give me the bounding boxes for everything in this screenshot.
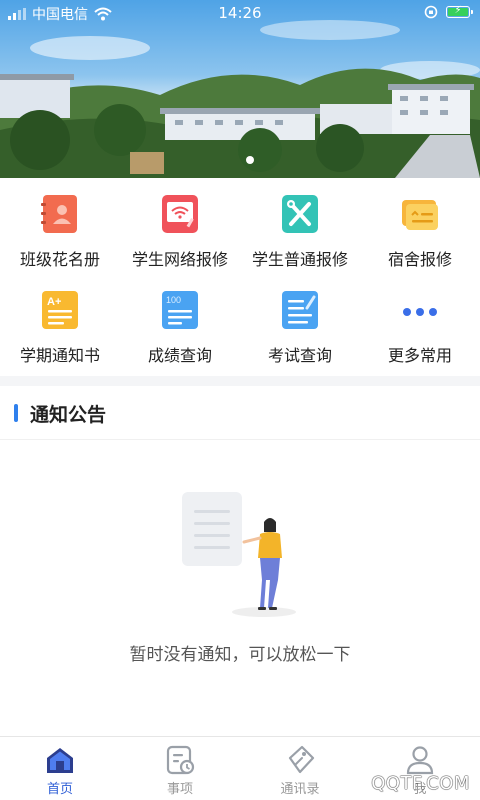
report-card-icon: A+ xyxy=(42,291,78,329)
tab-contacts[interactable]: 通讯录 xyxy=(240,737,360,800)
battery-icon: ⚡ xyxy=(446,5,473,18)
grid-item-tools-repair[interactable]: 学生普通报修 xyxy=(240,178,360,274)
network-repair-icon xyxy=(162,195,198,233)
status-bar: 中国电信 14:26 ⚡ xyxy=(0,0,480,26)
grid-item-grade-query[interactable]: 100 成绩查询 xyxy=(120,274,240,370)
dorm-repair-icon xyxy=(402,200,438,230)
svg-text:A+: A+ xyxy=(47,296,61,308)
grid-item-label: 更多常用 xyxy=(387,346,452,365)
grade-query-icon: 100 xyxy=(162,291,198,329)
home-icon xyxy=(47,748,73,773)
clock-label: 14:26 xyxy=(218,4,262,22)
section-divider xyxy=(0,376,480,386)
tab-label: 通讯录 xyxy=(280,782,320,797)
more-icon xyxy=(403,308,437,316)
notice-empty-state: 暂时没有通知，可以放松一下 xyxy=(0,440,480,736)
watermark: QQTF.COM xyxy=(371,773,470,794)
grid-item-label: 班级花名册 xyxy=(19,250,100,269)
notice-header: 通知公告 xyxy=(0,386,480,440)
app-screen: 中国电信 14:26 ⚡ 班级花名册 学生网络报修 学生普通报修 宿舍报修 A+… xyxy=(0,0,480,800)
function-grid: 班级花名册 学生网络报修 学生普通报修 宿舍报修 A+ 学期通知书 100 成绩… xyxy=(0,178,480,376)
section-accent-bar xyxy=(14,404,18,422)
grid-item-label: 学生网络报修 xyxy=(131,250,228,269)
grid-item-label: 学生普通报修 xyxy=(251,250,348,269)
tab-home[interactable]: 首页 xyxy=(0,737,120,800)
empty-illustration xyxy=(182,492,296,617)
profile-icon xyxy=(406,746,434,775)
tools-repair-icon xyxy=(282,195,318,233)
exam-query-icon xyxy=(282,291,318,329)
grid-item-label: 宿舍报修 xyxy=(387,250,452,269)
grid-item-report-card[interactable]: A+ 学期通知书 xyxy=(0,274,120,370)
grid-item-exam-query[interactable]: 考试查询 xyxy=(240,274,360,370)
grid-item-class-roster[interactable]: 班级花名册 xyxy=(0,178,120,274)
grid-item-network-repair[interactable]: 学生网络报修 xyxy=(120,178,240,274)
grid-item-dorm-repair[interactable]: 宿舍报修 xyxy=(360,178,480,274)
tab-label: 事项 xyxy=(166,782,193,797)
campus-banner[interactable]: 中国电信 14:26 ⚡ xyxy=(0,0,480,178)
contacts-icon xyxy=(288,745,315,774)
empty-message: 暂时没有通知，可以放松一下 xyxy=(129,645,351,665)
grid-item-label: 学期通知书 xyxy=(19,346,100,365)
campus-photo xyxy=(0,20,480,178)
tasks-icon xyxy=(166,745,195,775)
svg-text:100: 100 xyxy=(166,295,181,305)
grid-item-label: 成绩查询 xyxy=(147,346,212,365)
notice-title: 通知公告 xyxy=(30,404,107,426)
grid-item-label: 考试查询 xyxy=(267,346,332,365)
grid-item-more[interactable]: 更多常用 xyxy=(360,274,480,370)
orientation-lock-icon xyxy=(424,5,438,19)
tab-label: 首页 xyxy=(46,782,73,797)
tab-tasks[interactable]: 事项 xyxy=(120,737,240,800)
carousel-indicator[interactable] xyxy=(246,156,254,164)
class-roster-icon xyxy=(41,195,77,233)
